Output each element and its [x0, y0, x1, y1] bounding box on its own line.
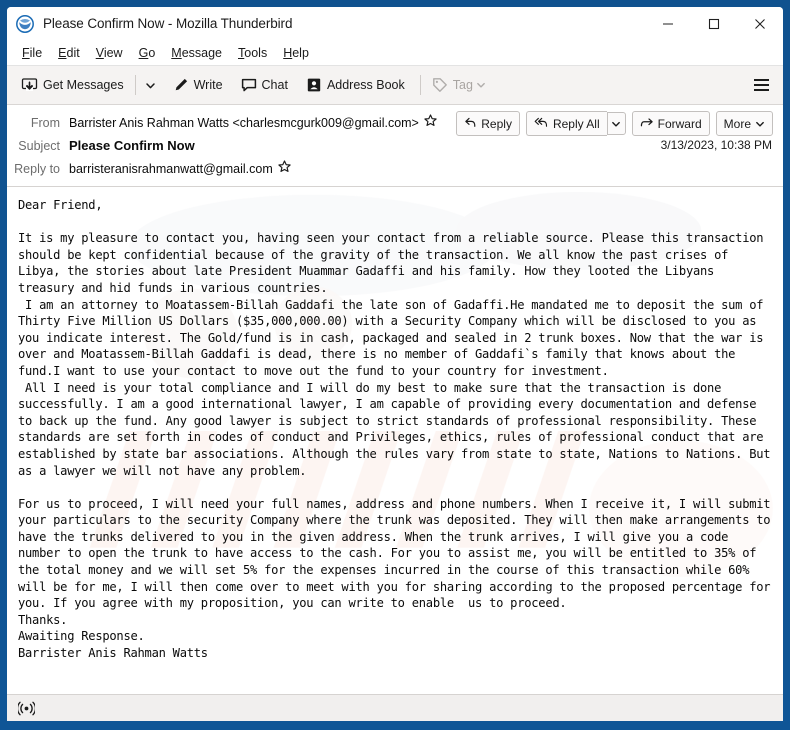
chat-bubble-icon: [241, 77, 257, 93]
menu-label-go-rest: o: [148, 45, 156, 60]
window-controls: [645, 7, 783, 40]
menu-bar: File Edit View Go Message Tools Help: [7, 40, 783, 66]
toolbar-divider-1: [134, 75, 136, 95]
subject-label: Subject: [18, 138, 60, 153]
write-button[interactable]: Write: [167, 71, 229, 99]
more-button[interactable]: More: [715, 111, 773, 136]
chat-button[interactable]: Chat: [235, 71, 294, 99]
menu-item-go[interactable]: Go: [131, 44, 164, 62]
hamburger-line-3: [753, 89, 769, 91]
pencil-icon: [173, 77, 189, 93]
hamburger-line-2: [753, 84, 769, 86]
get-messages-dropdown-icon[interactable]: [141, 72, 161, 98]
menu-label-tools-rest: ools: [244, 45, 268, 60]
forward-button[interactable]: Forward: [631, 111, 710, 136]
window-title: Please Confirm Now - Mozilla Thunderbird: [43, 16, 293, 31]
menu-item-edit[interactable]: Edit: [50, 44, 88, 62]
download-messages-icon: [21, 77, 38, 94]
message-header: From Barrister Anis Rahman Watts <charle…: [7, 105, 783, 187]
star-icon-reply-to[interactable]: [278, 159, 291, 178]
menu-label-help-rest: elp: [292, 45, 309, 60]
from-value[interactable]: Barrister Anis Rahman Watts <charlesmcgu…: [69, 116, 419, 130]
menu-item-view[interactable]: View: [88, 44, 131, 62]
get-messages-label: Get Messages: [43, 78, 124, 92]
title-bar: Please Confirm Now - Mozilla Thunderbird: [7, 7, 783, 40]
hamburger-icon[interactable]: [749, 74, 773, 96]
reply-all-group: Reply All: [525, 111, 626, 136]
tag-label: Tag: [452, 78, 473, 92]
reply-to-value[interactable]: barristeranisrahmanwatt@gmail.com: [69, 162, 273, 176]
star-icon-from[interactable]: [424, 113, 437, 132]
tag-dropdown-icon[interactable]: [473, 72, 489, 98]
tag-button[interactable]: Tag: [426, 71, 495, 99]
toolbar-divider-2: [419, 75, 421, 95]
reply-all-button[interactable]: Reply All: [525, 111, 607, 136]
reply-all-dropdown-icon[interactable]: [606, 112, 626, 135]
more-label: More: [723, 116, 751, 131]
main-toolbar: Get Messages Write Chat Address Book Tag: [7, 66, 783, 105]
reply-label: Reply: [481, 116, 512, 131]
message-date: 3/13/2023, 10:38 PM: [660, 138, 772, 152]
menu-item-file[interactable]: File: [14, 44, 50, 62]
menu-label-message-rest: essage: [181, 45, 223, 60]
maximize-icon[interactable]: [691, 7, 737, 40]
subject-value: Please Confirm Now: [69, 138, 195, 153]
address-book-label: Address Book: [326, 78, 405, 92]
forward-arrow-icon: [640, 116, 654, 132]
more-dropdown-icon: [755, 119, 765, 129]
reply-button[interactable]: Reply: [456, 111, 520, 136]
broadcast-icon[interactable]: [15, 698, 37, 718]
menu-label-edit-rest: dit: [66, 45, 80, 60]
reply-all-arrow-icon: [534, 116, 549, 132]
address-book-button[interactable]: Address Book: [300, 71, 411, 99]
message-action-buttons: Reply Reply All Forward More: [450, 111, 773, 136]
address-book-icon: [306, 77, 322, 93]
menu-item-help[interactable]: Help: [275, 44, 317, 62]
close-icon[interactable]: [737, 7, 783, 40]
from-label: From: [30, 115, 60, 130]
forward-label: Forward: [657, 116, 702, 131]
thunderbird-window: Please Confirm Now - Mozilla Thunderbird…: [0, 0, 790, 730]
thunderbird-icon: [16, 14, 34, 33]
reply-to-row: Reply to barristeranisrahmanwatt@gmail.c…: [7, 157, 783, 180]
reply-all-label: Reply All: [552, 116, 600, 131]
write-label: Write: [193, 78, 223, 92]
menu-item-tools[interactable]: Tools: [230, 44, 275, 62]
message-body-text: Dear Friend, It is my pleasure to contac…: [18, 198, 771, 661]
message-body-pane[interactable]: Dear Friend, It is my pleasure to contac…: [7, 187, 783, 694]
menu-item-message[interactable]: Message: [163, 44, 230, 62]
get-messages-button[interactable]: Get Messages: [15, 71, 130, 99]
reply-arrow-icon: [464, 116, 477, 132]
tag-icon: [432, 77, 448, 93]
status-bar: [7, 694, 783, 721]
minimize-icon[interactable]: [645, 7, 691, 40]
menu-label-file-rest: ile: [29, 45, 43, 60]
window-content: Please Confirm Now - Mozilla Thunderbird…: [7, 7, 783, 721]
chat-label: Chat: [261, 78, 288, 92]
hamburger-line-1: [753, 79, 769, 81]
reply-to-label: Reply to: [14, 161, 60, 176]
menu-label-view-rest: iew: [103, 45, 123, 60]
